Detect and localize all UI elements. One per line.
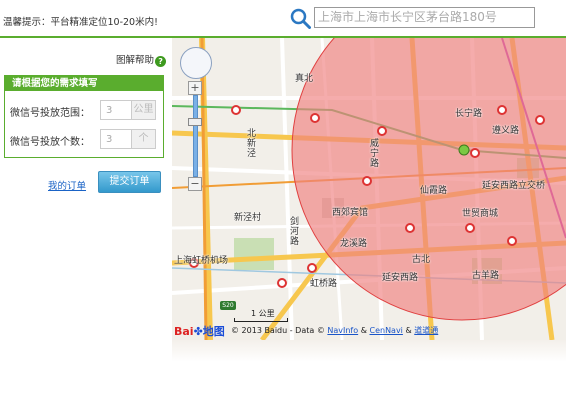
- map-label-hongqiao-airport: 上海虹桥机场: [174, 256, 229, 266]
- order-form-panel: 请根据您的需求填写 微信号投放范围： 3 公里 微信号投放个数： 3 个: [4, 75, 164, 158]
- scale-bar: [234, 318, 288, 322]
- zoom-slider[interactable]: [193, 95, 198, 177]
- logo-text-map: 地图: [202, 325, 225, 338]
- help-link[interactable]: 图解帮助?: [116, 52, 167, 67]
- help-label: 图解帮助: [116, 55, 155, 66]
- cennavi-link[interactable]: CenNavi: [369, 326, 402, 335]
- baidu-paw-icon: ✤: [193, 325, 203, 338]
- zoom-slider-handle[interactable]: [188, 118, 202, 126]
- copyright-amp: &: [360, 326, 367, 335]
- map-label-zhenbei: 真北: [295, 74, 314, 84]
- map-label-xianxia-rd: 仙霞路: [420, 186, 448, 196]
- map-label-gubei-rd: 古羊路: [472, 271, 500, 281]
- copyright-amp-2: &: [405, 326, 412, 335]
- logo-text-bai: Bai: [174, 325, 194, 338]
- my-orders-link[interactable]: 我的订单: [48, 178, 86, 192]
- copyright-prefix: © 2013 Baidu - Data ©: [231, 326, 325, 335]
- map-label-shimao: 世贸商城: [462, 209, 499, 219]
- baidu-map-logo: Bai✤地图: [174, 323, 225, 339]
- map-label-weining-rd: 威宁路: [368, 138, 378, 168]
- map-copyright: © 2013 Baidu - Data © NavInfo & CenNavi …: [231, 325, 438, 336]
- range-label: 微信号投放范围：: [10, 108, 90, 119]
- range-unit: 公里: [131, 101, 155, 119]
- count-label: 微信号投放个数：: [10, 137, 90, 148]
- form-title: 请根据您的需求填写: [5, 76, 163, 91]
- pan-control[interactable]: [180, 47, 212, 79]
- range-input[interactable]: 3 公里: [100, 100, 156, 120]
- count-input[interactable]: 3 个: [100, 129, 156, 149]
- map-label-changning-rd: 长宁路: [455, 109, 483, 119]
- map-label-beixin: 北新泾: [245, 128, 255, 158]
- zoom-in-button[interactable]: +: [188, 81, 202, 95]
- question-icon: ?: [155, 56, 167, 67]
- search-icon[interactable]: [290, 8, 311, 29]
- map-reflection: [172, 340, 566, 362]
- map-label-gubei: 古北: [412, 255, 431, 265]
- map-label-xijiao-hotel: 西郊宾馆: [332, 208, 369, 218]
- daodaotong-link[interactable]: 道道通: [414, 326, 438, 335]
- zoom-out-button[interactable]: −: [188, 177, 202, 191]
- map-label-xinjing: 新泾村: [234, 213, 262, 223]
- top-bar: 温馨提示：平台精准定位10-20米内! 上海市上海市长宁区茅台路180号: [0, 0, 566, 38]
- notice-tip: 温馨提示：平台精准定位10-20米内!: [3, 17, 158, 28]
- count-unit: 个: [131, 130, 155, 148]
- count-row: 微信号投放个数： 3 个: [10, 129, 160, 149]
- map-label-hongqiao-rd: 虹桥路: [310, 279, 338, 289]
- map-label-yanan-west-interchange: 延安西路立交桥: [482, 181, 546, 191]
- address-search-input[interactable]: 上海市上海市长宁区茅台路180号: [314, 7, 535, 28]
- highway-sign: S20: [220, 301, 236, 310]
- map-label-zunyi-rd: 遵义路: [492, 126, 520, 136]
- range-value: 3: [106, 105, 113, 116]
- navinfo-link[interactable]: NavInfo: [327, 326, 358, 335]
- submit-order-button[interactable]: 提交订单: [98, 171, 161, 193]
- map-label-jianhe-rd: 剑河路: [288, 216, 298, 246]
- range-row: 微信号投放范围： 3 公里: [10, 100, 160, 120]
- count-value: 3: [106, 134, 113, 145]
- map-label-yanan-west-rd: 延安西路: [382, 273, 419, 283]
- map-label-longxi-rd: 龙溪路: [340, 239, 368, 249]
- map-view[interactable]: 真北 长宁路 遵义路 威宁路 仙霞路 延安西路立交桥 西郊宾馆 世贸商城 新泾村…: [172, 38, 566, 340]
